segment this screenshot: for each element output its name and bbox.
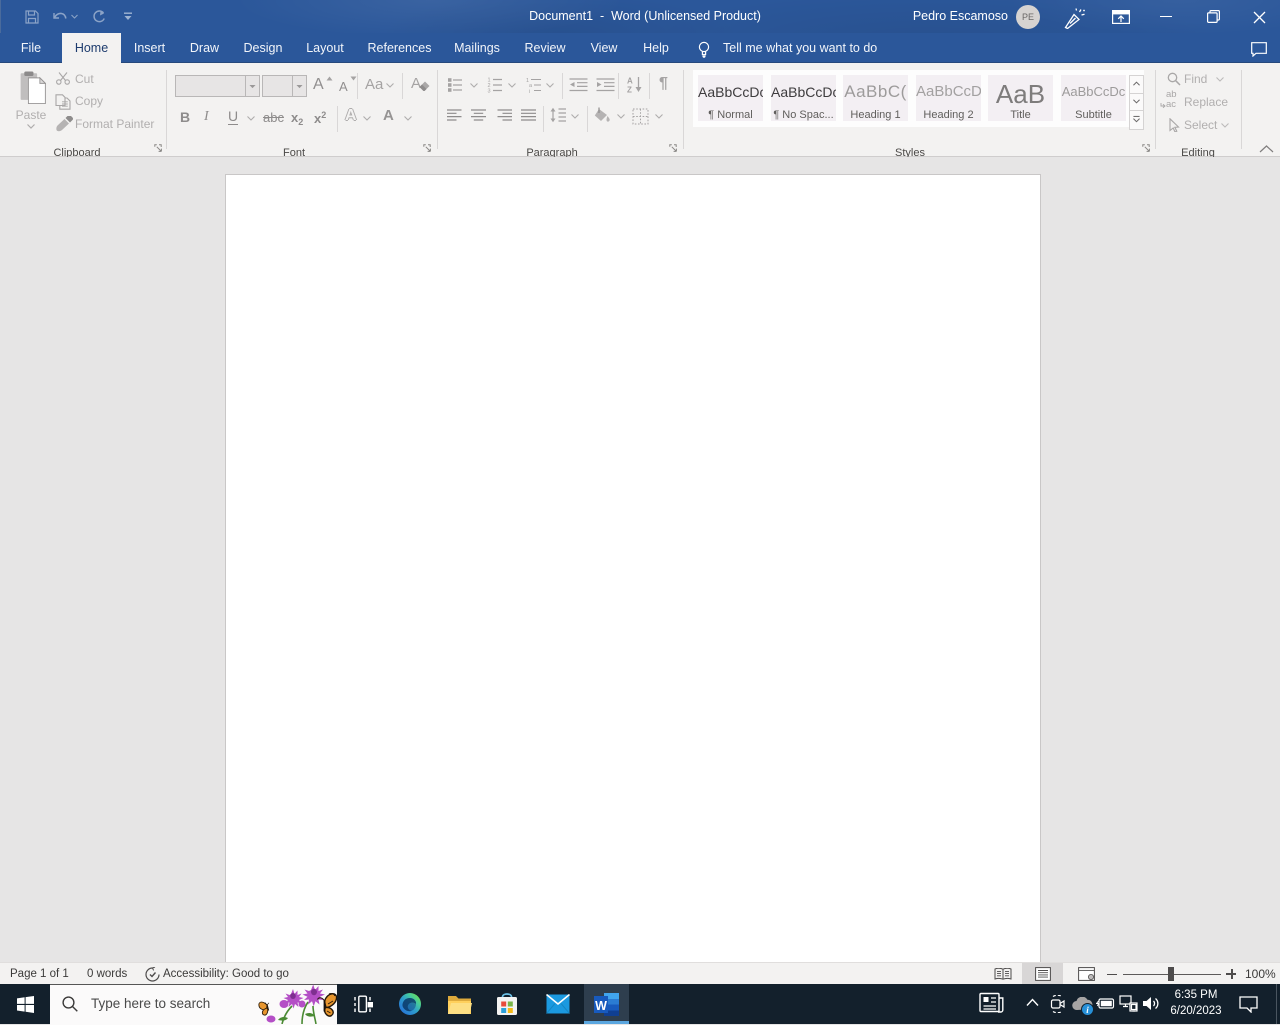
- svg-text:A: A: [627, 77, 633, 86]
- svg-text:Z: Z: [627, 86, 632, 94]
- svg-text:i: i: [529, 89, 530, 93]
- svg-text:W: W: [595, 999, 607, 1013]
- svg-text:3: 3: [488, 89, 491, 94]
